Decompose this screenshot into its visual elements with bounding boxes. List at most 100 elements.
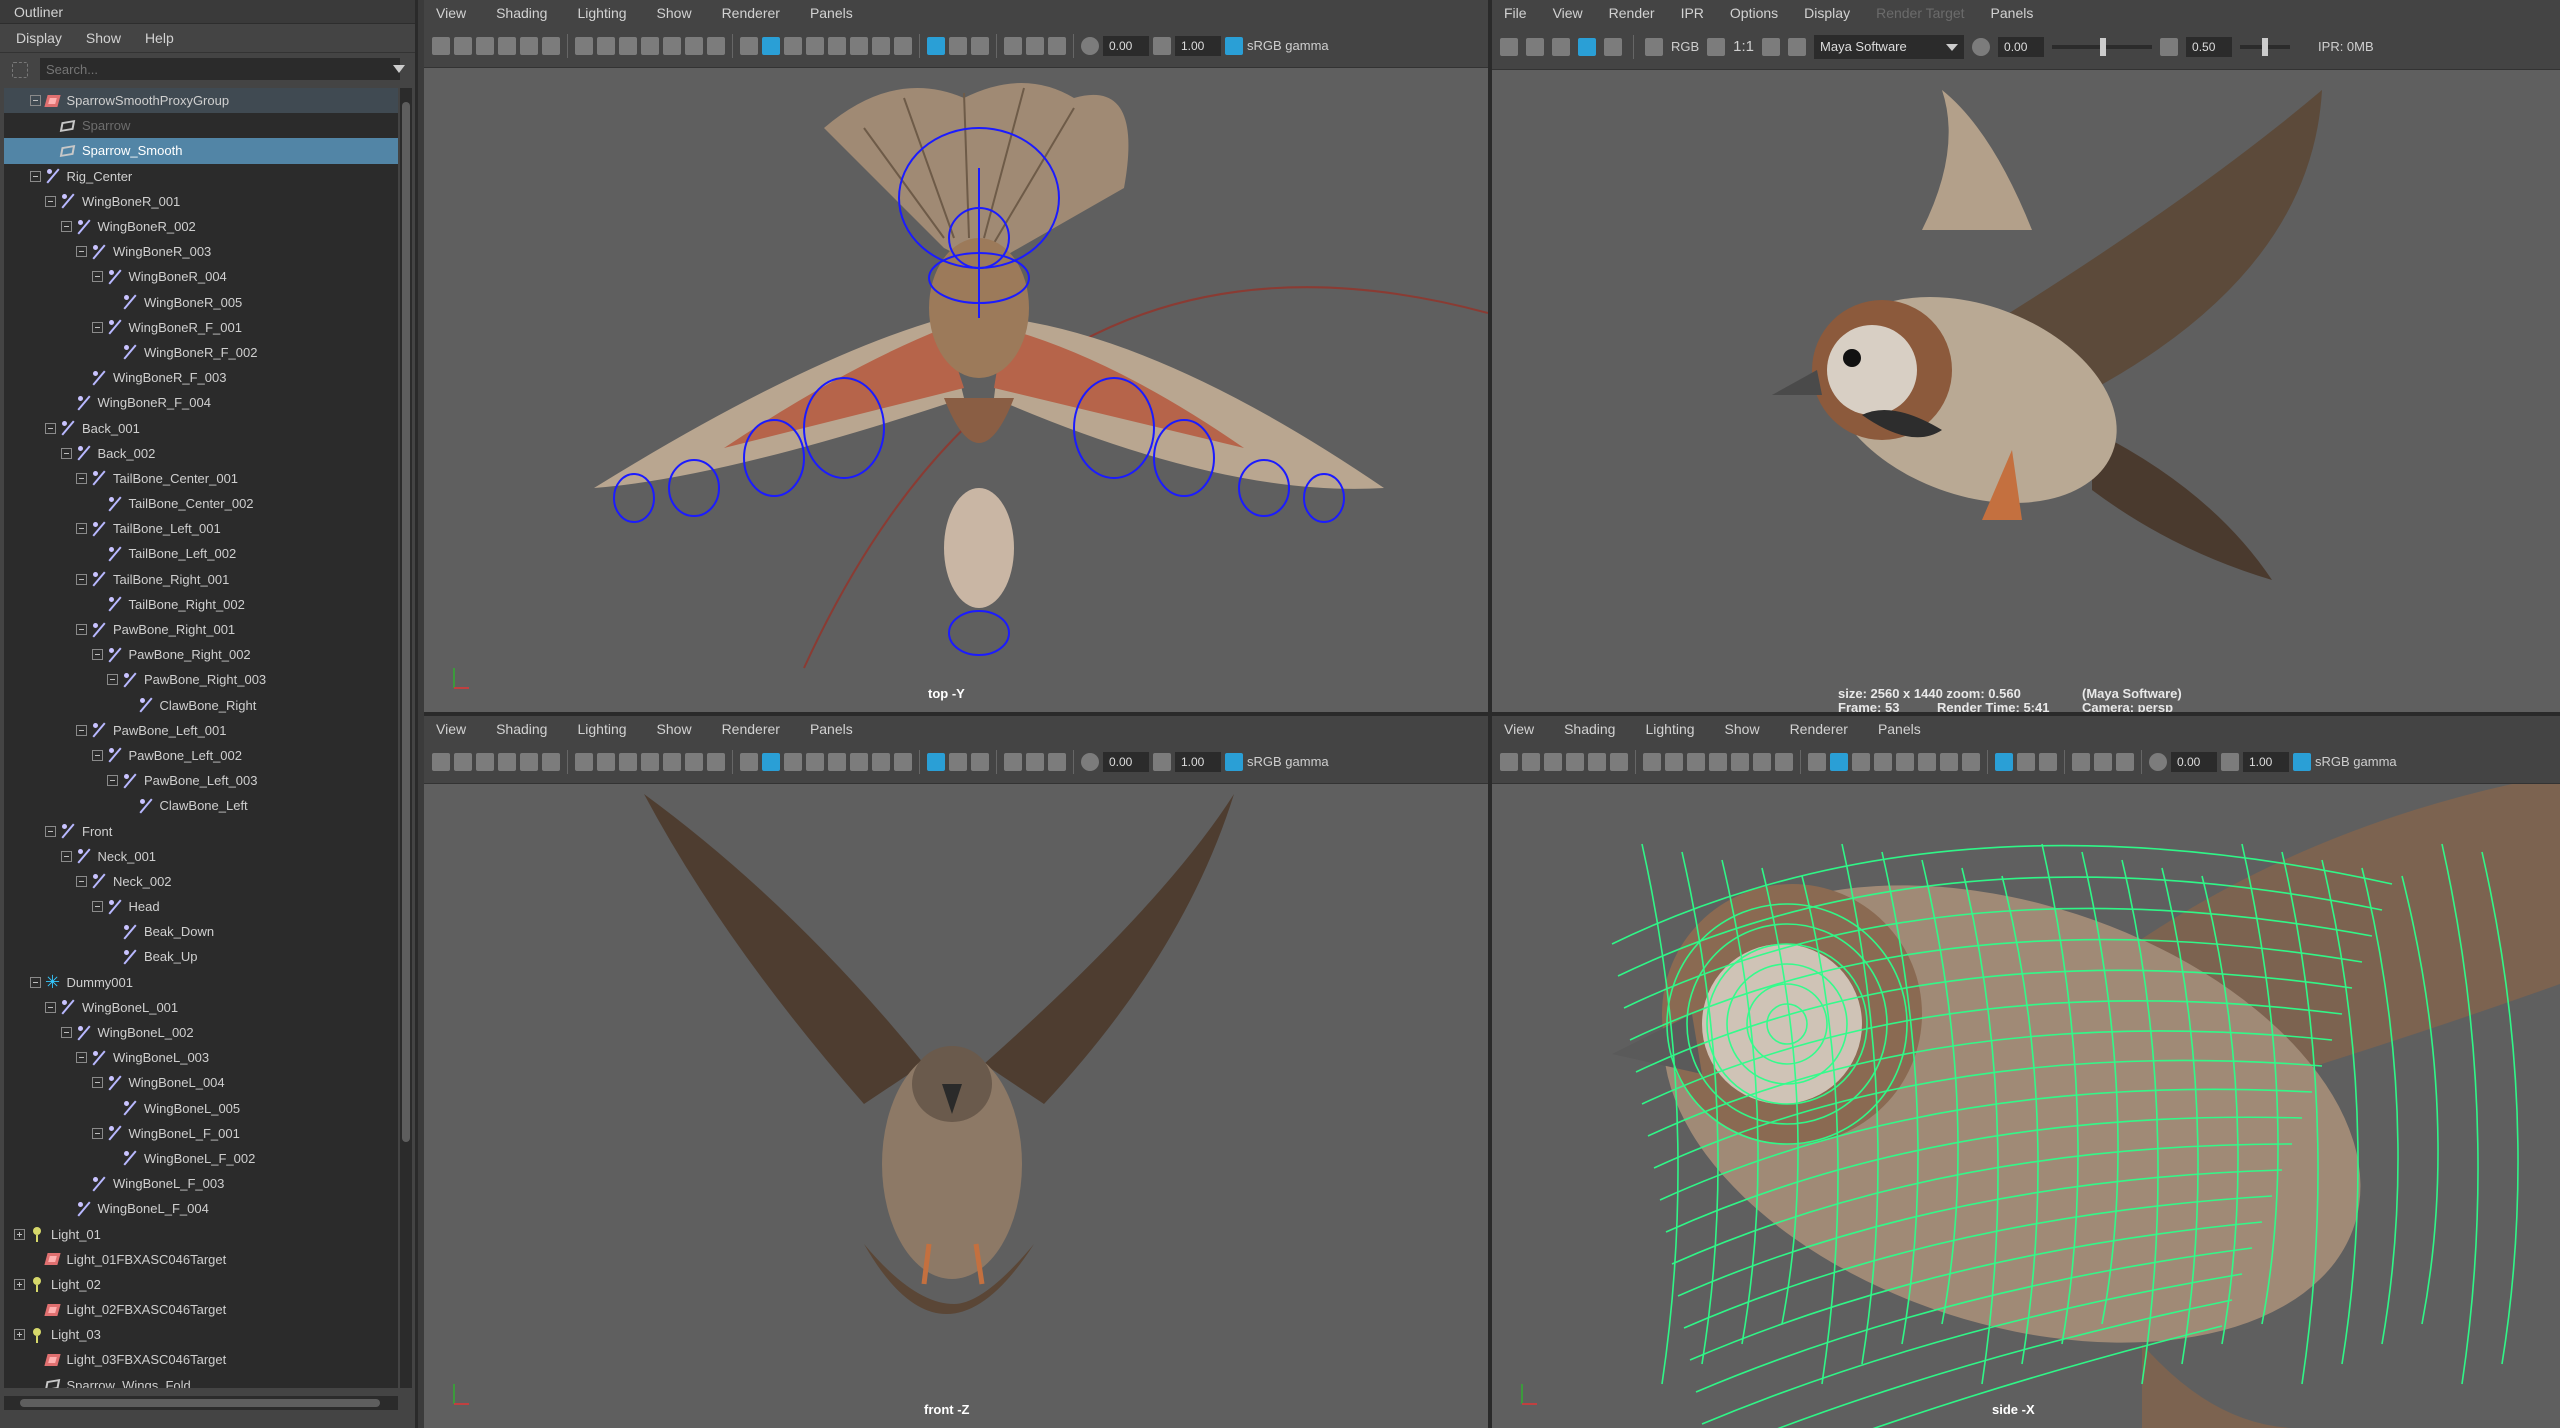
outliner-vertical-scrollbar[interactable]	[400, 88, 412, 1388]
ambient-occlusion-icon[interactable]	[894, 752, 912, 771]
wireframe-on-shaded-icon[interactable]	[784, 36, 802, 55]
outliner-row[interactable]: WingBoneL_F_004	[4, 1196, 398, 1221]
outliner-menu-show[interactable]: Show	[86, 30, 121, 46]
rv-menu-panels[interactable]: Panels	[1991, 5, 2034, 21]
collapse-icon[interactable]	[60, 850, 72, 862]
outliner-row[interactable]: SparrowSmoothProxyGroup	[4, 88, 398, 114]
outliner-row[interactable]: WingBoneR_003	[4, 239, 398, 264]
outliner-row[interactable]: Front	[4, 818, 398, 843]
exposure-field[interactable]: 0.00	[2171, 751, 2217, 772]
menu-lighting[interactable]: Lighting	[577, 5, 626, 21]
gate-mask-icon[interactable]	[641, 752, 659, 771]
isolate-select-icon[interactable]	[927, 752, 945, 771]
outliner-row[interactable]: PawBone_Right_003	[4, 667, 398, 692]
lighting-icon[interactable]	[850, 752, 868, 771]
grid-icon[interactable]	[575, 36, 593, 55]
rgb-channel-button[interactable]: RGB	[1671, 39, 1699, 54]
exposure-field[interactable]: 0.00	[1998, 36, 2045, 57]
outliner-row[interactable]: TailBone_Left_001	[4, 516, 398, 541]
outliner-row[interactable]: Rig_Center	[4, 164, 398, 189]
camera-select-icon[interactable]	[432, 36, 450, 55]
gamma-field[interactable]: 1.00	[1175, 35, 1221, 56]
outliner-row[interactable]: Neck_001	[4, 844, 398, 869]
shadows-icon[interactable]	[872, 36, 890, 55]
menu-renderer[interactable]: Renderer	[1790, 721, 1848, 737]
outliner-row[interactable]: TailBone_Center_001	[4, 466, 398, 491]
safe-action-icon[interactable]	[685, 752, 703, 771]
outliner-row[interactable]: WingBoneL_004	[4, 1070, 398, 1095]
outliner-row[interactable]: Light_02	[4, 1272, 398, 1297]
outliner-row[interactable]: WingBoneR_004	[4, 264, 398, 289]
xray-active-icon[interactable]	[1004, 752, 1022, 771]
outliner-row[interactable]: Light_02FBXASC046Target	[4, 1297, 398, 1322]
outliner-row[interactable]: WingBoneL_F_002	[4, 1146, 398, 1171]
grid-icon[interactable]	[575, 752, 593, 771]
collapse-icon[interactable]	[76, 724, 87, 736]
collapse-icon[interactable]	[76, 573, 87, 585]
outliner-row[interactable]: PawBone_Left_003	[4, 768, 398, 793]
outliner-row[interactable]: WingBoneR_005	[4, 290, 398, 315]
render-view-panel[interactable]: File View Render IPR Options Display Ren…	[1492, 0, 2560, 712]
outliner-row[interactable]: TailBone_Left_002	[4, 541, 398, 566]
exposure-icon[interactable]	[1972, 37, 1991, 56]
shadows-icon[interactable]	[1940, 752, 1958, 771]
wireframe-icon[interactable]	[740, 36, 758, 55]
film-gate-icon[interactable]	[1665, 752, 1683, 771]
outliner-row[interactable]: ✳ Dummy001	[4, 970, 398, 995]
collapse-icon[interactable]	[60, 1027, 72, 1039]
ambient-occlusion-icon[interactable]	[894, 36, 912, 55]
exposure-icon[interactable]	[1081, 36, 1099, 55]
film-gate-icon[interactable]	[597, 752, 615, 771]
outliner-row[interactable]: PawBone_Right_002	[4, 642, 398, 667]
menu-lighting[interactable]: Lighting	[577, 721, 626, 737]
field-chart-icon[interactable]	[1731, 752, 1749, 771]
safe-title-icon[interactable]	[707, 36, 725, 55]
alpha-channel-icon[interactable]	[1707, 37, 1726, 56]
menu-shading[interactable]: Shading	[496, 721, 547, 737]
render-settings-icon[interactable]	[1645, 37, 1663, 56]
exposure-slider[interactable]	[2052, 37, 2153, 56]
collapse-icon[interactable]	[45, 1001, 56, 1013]
gamma-icon[interactable]	[2221, 752, 2239, 771]
collapse-icon[interactable]	[76, 472, 87, 484]
collapse-icon[interactable]	[76, 624, 87, 636]
camera-select-icon[interactable]	[1500, 752, 1518, 771]
outliner-row[interactable]: PawBone_Left_002	[4, 743, 398, 768]
anti-alias-icon[interactable]	[1048, 752, 1066, 771]
colorspace-label[interactable]: sRGB gamma	[1247, 754, 1329, 769]
outliner-row[interactable]: Back_001	[4, 415, 398, 440]
collapse-icon[interactable]	[91, 749, 103, 761]
xray-icon[interactable]	[2017, 752, 2035, 771]
ipr-icon[interactable]	[1604, 37, 1622, 56]
chevron-down-icon[interactable]	[393, 65, 405, 73]
smooth-shade-icon[interactable]	[762, 36, 780, 55]
outliner-row[interactable]: Sparrow	[4, 113, 398, 138]
rv-menu-view[interactable]: View	[1553, 5, 1583, 21]
outliner-row[interactable]: WingBoneL_005	[4, 1096, 398, 1121]
default-material-icon[interactable]	[1874, 752, 1892, 771]
menu-lighting[interactable]: Lighting	[1645, 721, 1694, 737]
outliner-row[interactable]: TailBone_Right_002	[4, 592, 398, 617]
default-material-icon[interactable]	[806, 36, 824, 55]
motion-blur-icon[interactable]	[1026, 752, 1044, 771]
expand-icon[interactable]	[14, 1329, 25, 1341]
two-d-pan-icon[interactable]	[542, 36, 560, 55]
collapse-icon[interactable]	[107, 775, 118, 787]
grease-pencil-icon[interactable]	[520, 752, 538, 771]
remove-image-icon[interactable]	[1788, 37, 1807, 56]
xray-active-icon[interactable]	[2072, 752, 2090, 771]
default-material-icon[interactable]	[806, 752, 824, 771]
textured-icon[interactable]	[828, 752, 846, 771]
outliner-row[interactable]: WingBoneL_001	[4, 995, 398, 1020]
viewport-top[interactable]: View Shading Lighting Show Renderer Pane…	[424, 0, 1488, 712]
outliner-row[interactable]: WingBoneL_F_001	[4, 1121, 398, 1146]
film-gate-icon[interactable]	[597, 36, 615, 55]
outliner-row[interactable]: WingBoneR_002	[4, 214, 398, 239]
xray-active-icon[interactable]	[1004, 36, 1022, 55]
rv-menu-file[interactable]: File	[1504, 5, 1527, 21]
xray-joints-icon[interactable]	[2039, 752, 2057, 771]
bookmark-icon[interactable]	[476, 36, 494, 55]
collapse-icon[interactable]	[76, 246, 87, 258]
menu-panels[interactable]: Panels	[1878, 721, 1921, 737]
filter-icon[interactable]	[12, 62, 28, 78]
